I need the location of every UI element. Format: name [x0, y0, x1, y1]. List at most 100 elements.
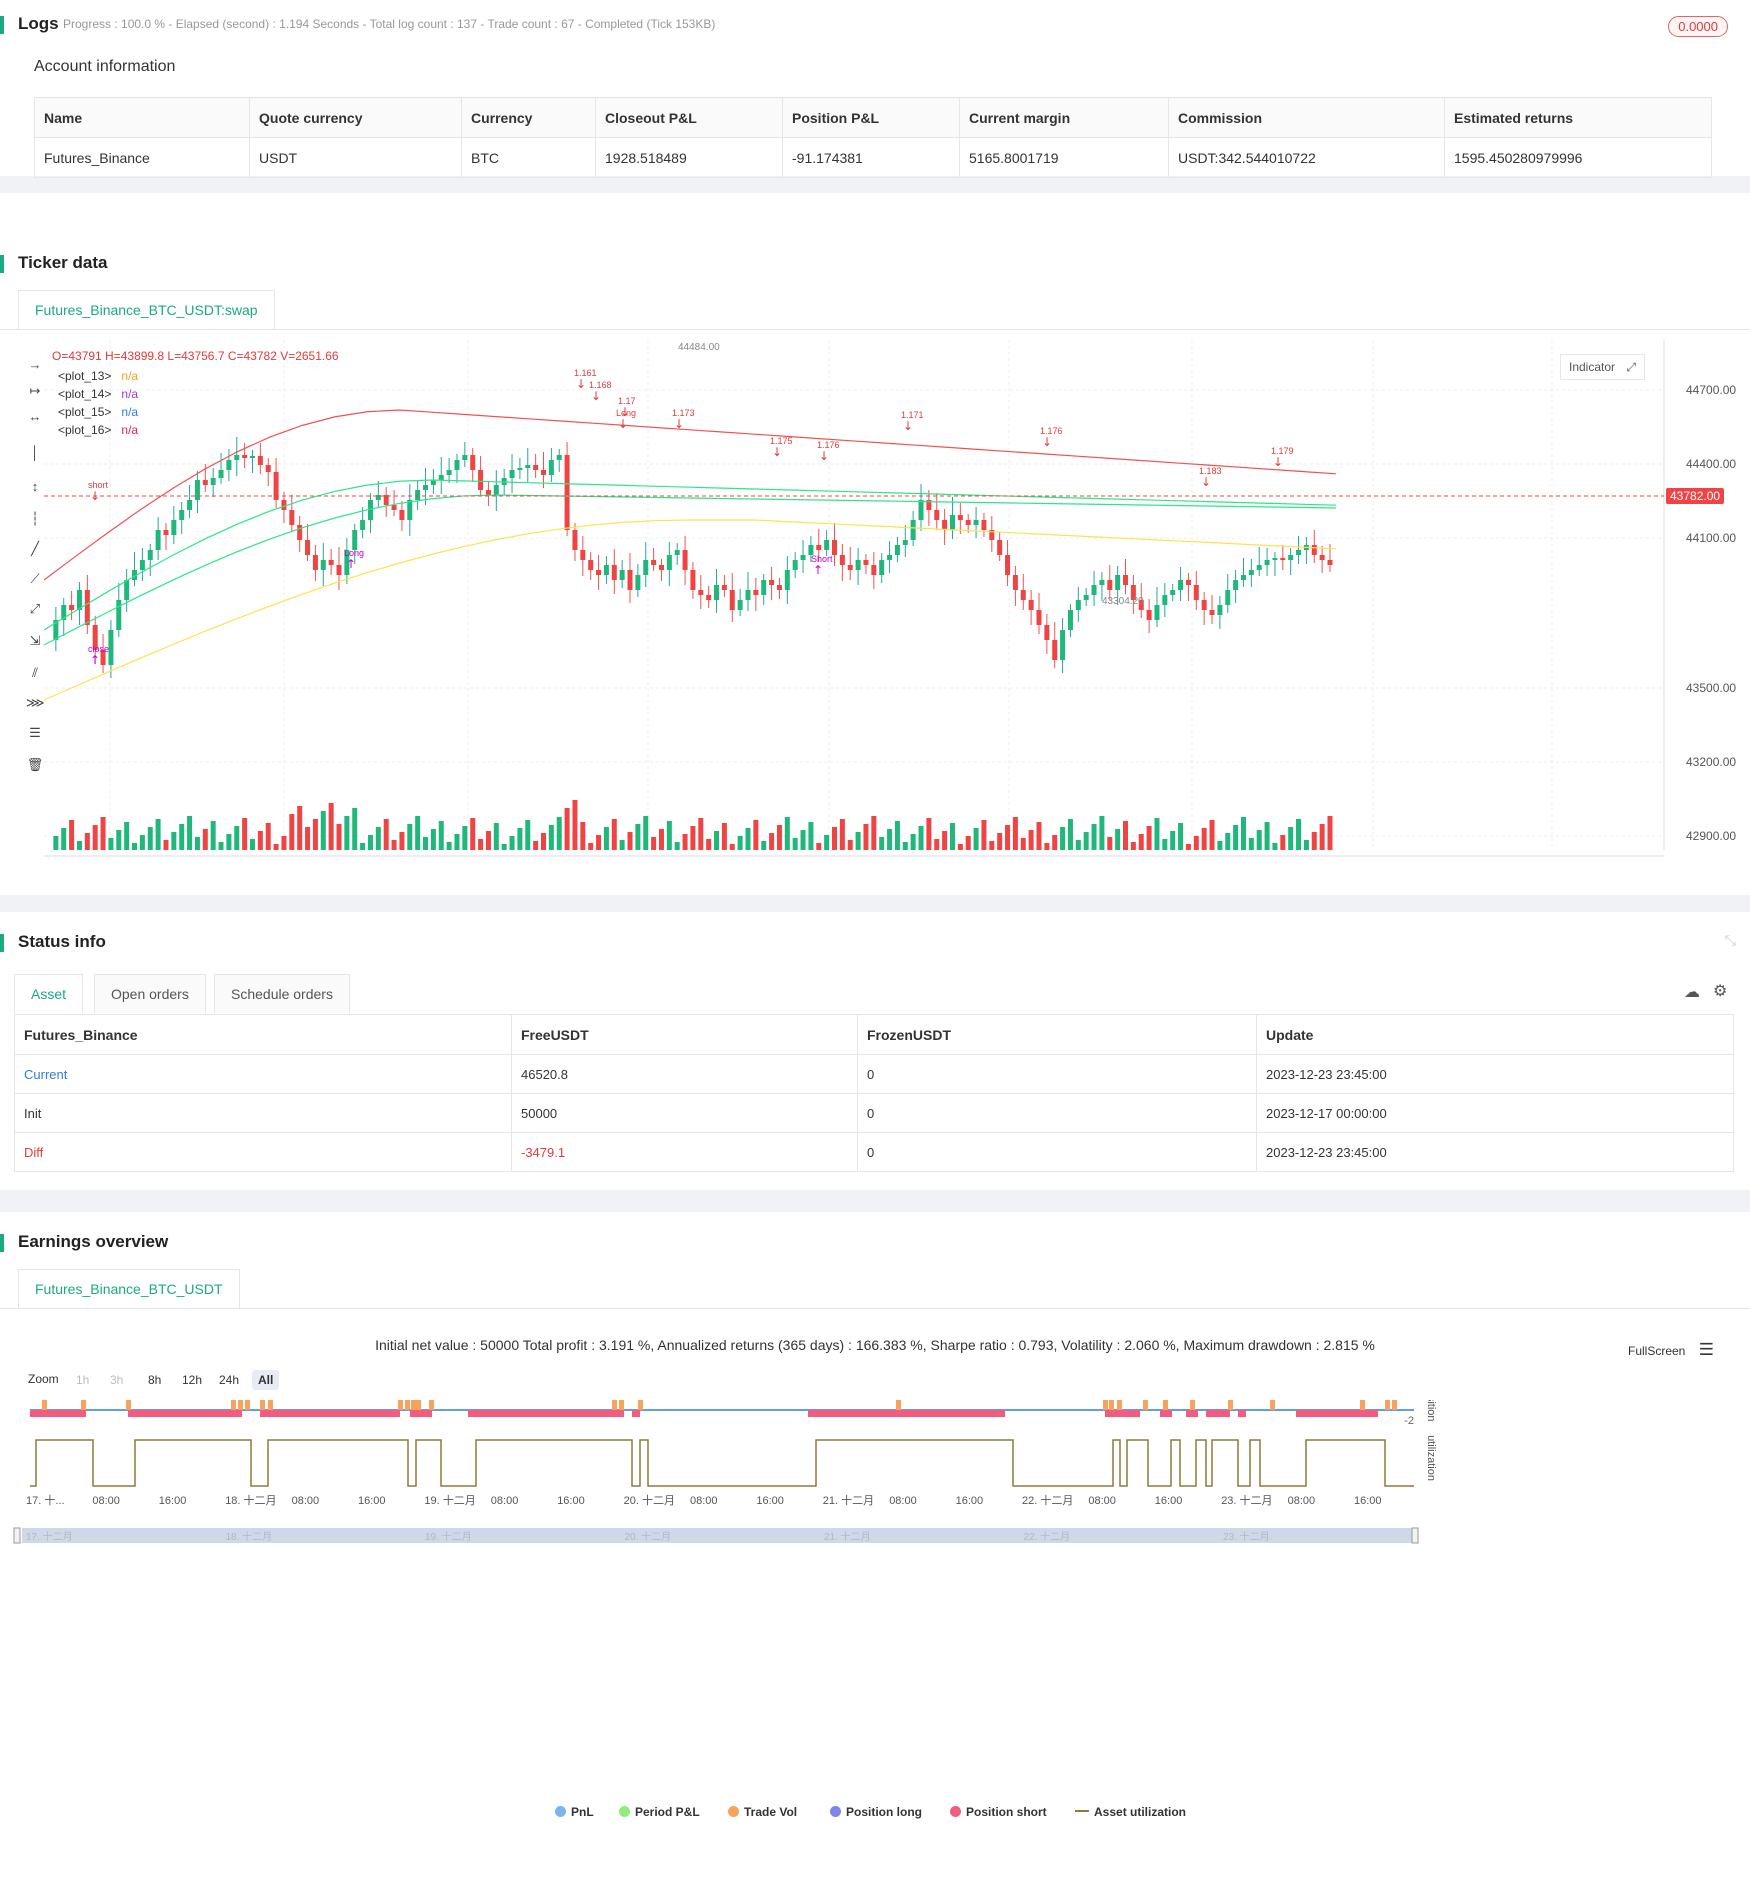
- pitchfork-icon[interactable]: ⋙: [26, 694, 45, 712]
- zoom-24h[interactable]: 24h: [213, 1370, 245, 1390]
- upload-icon[interactable]: ☁: [1684, 982, 1700, 1002]
- vertical-segment-icon[interactable]: ┆: [26, 510, 44, 528]
- position-short-bar: [1238, 1410, 1246, 1417]
- candle-body: [949, 515, 955, 530]
- candlestick-chart[interactable]: 44700.00 44400.00 44100.00 43500.00 43200.00…: [44, 340, 1744, 860]
- candle-body: [580, 550, 586, 560]
- plot-value: n/a: [121, 369, 139, 383]
- volume-bar: [863, 824, 869, 850]
- volume-bar: [603, 827, 609, 850]
- collapse-icon[interactable]: ⤡: [1725, 932, 1736, 949]
- legend-item-trade-vol[interactable]: Trade Vol: [728, 1805, 797, 1819]
- volume-bar: [942, 831, 948, 850]
- extended-line-icon[interactable]: ↔: [26, 408, 44, 426]
- candle-body: [800, 555, 806, 560]
- plot-legend: <plot_13> n/a <plot_14> n/a <plot_15> n/…: [58, 367, 138, 439]
- volume-bar: [635, 824, 641, 850]
- navigator-tick-label: 19. 十二月: [425, 1530, 472, 1543]
- col-frozen: FrozenUSDT: [857, 1014, 1257, 1055]
- trend-line-icon[interactable]: ╱: [26, 540, 44, 558]
- volume-bar: [1185, 844, 1191, 850]
- candle-body: [485, 490, 491, 495]
- tab-ticker-symbol[interactable]: Futures_Binance_BTC_USDT:swap: [18, 290, 275, 329]
- navigator-tick-label: 18. 十二月: [226, 1530, 273, 1543]
- legend-item-utilization[interactable]: Asset utilization: [1075, 1805, 1186, 1819]
- candle-body: [533, 465, 539, 470]
- volume-bar: [784, 817, 790, 850]
- volume-bar: [478, 839, 484, 850]
- vertical-ray-icon[interactable]: ↕: [26, 478, 44, 496]
- account-table: Name Quote currency Currency Closeout P&…: [34, 97, 1712, 178]
- volume-bar: [147, 827, 153, 850]
- time-tick-label: 08:00: [292, 1495, 320, 1507]
- extended-trend-icon[interactable]: ⤢: [26, 600, 44, 618]
- volume-bar: [1303, 840, 1309, 850]
- volume-bar: [1296, 819, 1302, 850]
- horizontal-ray-icon[interactable]: ↦: [26, 382, 44, 400]
- zoom-3h[interactable]: 3h: [104, 1370, 129, 1390]
- position-short-bar: [808, 1410, 1005, 1417]
- legend-item-position-short[interactable]: Position short: [950, 1805, 1047, 1819]
- candle-body: [572, 530, 578, 550]
- volume-bar: [973, 828, 979, 850]
- volume-bar: [997, 833, 1003, 850]
- trade-vol-bar: [1190, 1400, 1195, 1410]
- arrow-icon: ↑: [90, 653, 100, 667]
- zoom-1h[interactable]: 1h: [70, 1370, 95, 1390]
- axis-title: vol/position: [1425, 1400, 1437, 1422]
- arrow-icon: ↓: [1201, 475, 1211, 489]
- candle-body: [902, 540, 908, 545]
- volume-bar: [493, 823, 499, 850]
- zoom-8h[interactable]: 8h: [142, 1370, 167, 1390]
- tab-asset[interactable]: Asset: [14, 974, 84, 1013]
- ray-icon[interactable]: ⟋: [26, 570, 44, 588]
- volume-bar: [1201, 828, 1207, 850]
- candle-body: [124, 580, 130, 600]
- candle-body: [918, 500, 924, 520]
- indicator-button[interactable]: Indicator ⤢: [1560, 354, 1645, 380]
- menu-icon[interactable]: ☰: [1699, 1340, 1714, 1359]
- candle-body: [588, 560, 594, 570]
- settings-icon[interactable]: ⚙: [1713, 981, 1727, 1001]
- candle-body: [407, 500, 413, 520]
- legend-item-period[interactable]: Period P&L: [619, 1805, 700, 1819]
- fib-levels-icon[interactable]: ☰: [26, 724, 44, 742]
- cell: -91.174381: [782, 137, 960, 178]
- tab-earnings-symbol[interactable]: Futures_Binance_BTC_USDT: [18, 1269, 240, 1308]
- volume-bar: [902, 842, 908, 850]
- parallel-channel-icon[interactable]: ⫽: [26, 664, 44, 682]
- candle-body: [249, 456, 255, 458]
- horizontal-line-icon[interactable]: →: [26, 356, 44, 374]
- candle-body: [816, 545, 822, 550]
- trade-vol-bar: [126, 1400, 131, 1410]
- candle-body: [1028, 600, 1034, 610]
- fullscreen-button[interactable]: FullScreen ☰: [1628, 1340, 1714, 1360]
- legend-item-pnl[interactable]: PnL: [555, 1805, 594, 1819]
- status-title: Status info: [0, 932, 106, 952]
- tab-underline: [0, 329, 1750, 330]
- volume-bar: [76, 841, 82, 850]
- volume-bar: [682, 834, 688, 850]
- volume-bar: [1170, 831, 1176, 850]
- vertical-line-icon[interactable]: │: [26, 444, 44, 462]
- trade-vol-bar: [42, 1400, 47, 1410]
- volume-bar: [847, 840, 853, 850]
- candle-body: [824, 540, 830, 550]
- volume-bar: [202, 829, 208, 850]
- status-card: Status info ⤡ Asset Open orders Schedule…: [0, 912, 1750, 1190]
- logs-card: Logs Progress : 100.0 % - Elapsed (secon…: [0, 0, 1750, 178]
- candle-body: [611, 565, 617, 580]
- volume-bar: [737, 836, 743, 850]
- trash-icon[interactable]: 🗑: [26, 756, 44, 774]
- volume-bar: [234, 826, 240, 850]
- zoom-12h[interactable]: 12h: [176, 1370, 208, 1390]
- legend-item-position-long[interactable]: Position long: [830, 1805, 922, 1819]
- time-tick-label: 16:00: [159, 1495, 187, 1507]
- zoom-all[interactable]: All: [252, 1370, 280, 1390]
- price-range-icon[interactable]: ⇲: [26, 632, 44, 650]
- trade-vol-bar: [612, 1400, 617, 1410]
- tab-schedule-orders[interactable]: Schedule orders: [214, 974, 350, 1013]
- volume-bar: [423, 837, 429, 850]
- tab-open-orders[interactable]: Open orders: [94, 974, 206, 1013]
- arrow-icon: ↓: [576, 377, 586, 391]
